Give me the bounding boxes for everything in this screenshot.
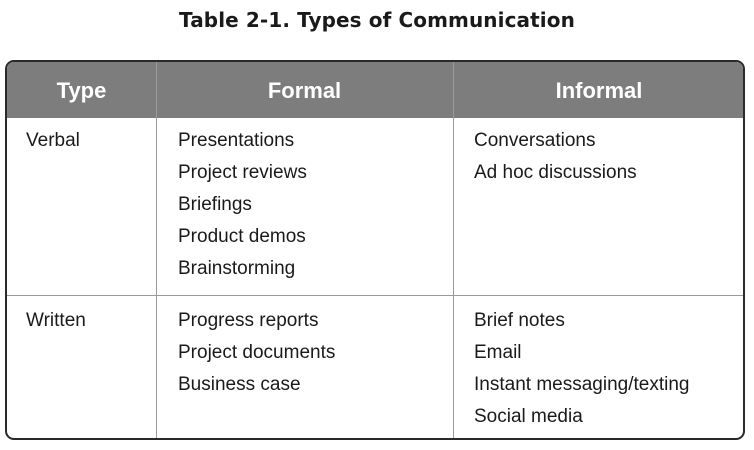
row-divider bbox=[7, 295, 743, 296]
list-item: Ad hoc discussions bbox=[474, 162, 637, 183]
table-header-row: Type Formal Informal bbox=[7, 62, 743, 118]
list-item: Business case bbox=[178, 374, 301, 395]
list-item: Project reviews bbox=[178, 162, 307, 183]
list-item: Conversations bbox=[474, 130, 596, 151]
table-title: Table 2-1. Types of Communication bbox=[179, 8, 575, 32]
written-informal-cell: Brief notes Email Instant messaging/text… bbox=[474, 305, 689, 433]
list-item: Product demos bbox=[178, 226, 306, 247]
list-item: Brief notes bbox=[474, 310, 565, 331]
list-item: Progress reports bbox=[178, 310, 319, 331]
list-item: Instant messaging/texting bbox=[474, 374, 690, 395]
verbal-informal-cell: Conversations Ad hoc discussions bbox=[474, 125, 637, 189]
list-item: Email bbox=[474, 342, 522, 363]
column-divider bbox=[156, 62, 157, 438]
type-label: Verbal bbox=[26, 130, 80, 151]
communication-table: Type Formal Informal Verbal Presentation… bbox=[5, 60, 745, 440]
column-divider bbox=[453, 62, 454, 438]
list-item: Social media bbox=[474, 406, 583, 427]
list-item: Project documents bbox=[178, 342, 336, 363]
type-label: Written bbox=[26, 310, 86, 331]
row-type-written: Written bbox=[26, 305, 86, 337]
verbal-formal-cell: Presentations Project reviews Briefings … bbox=[178, 125, 307, 285]
list-item: Presentations bbox=[178, 130, 295, 151]
written-formal-cell: Progress reports Project documents Busin… bbox=[178, 305, 335, 401]
header-type: Type bbox=[56, 78, 107, 103]
row-type-verbal: Verbal bbox=[26, 125, 80, 157]
header-formal: Formal bbox=[267, 78, 342, 103]
header-informal: Informal bbox=[555, 78, 643, 103]
list-item: Briefings bbox=[178, 194, 252, 215]
list-item: Brainstorming bbox=[178, 258, 296, 279]
